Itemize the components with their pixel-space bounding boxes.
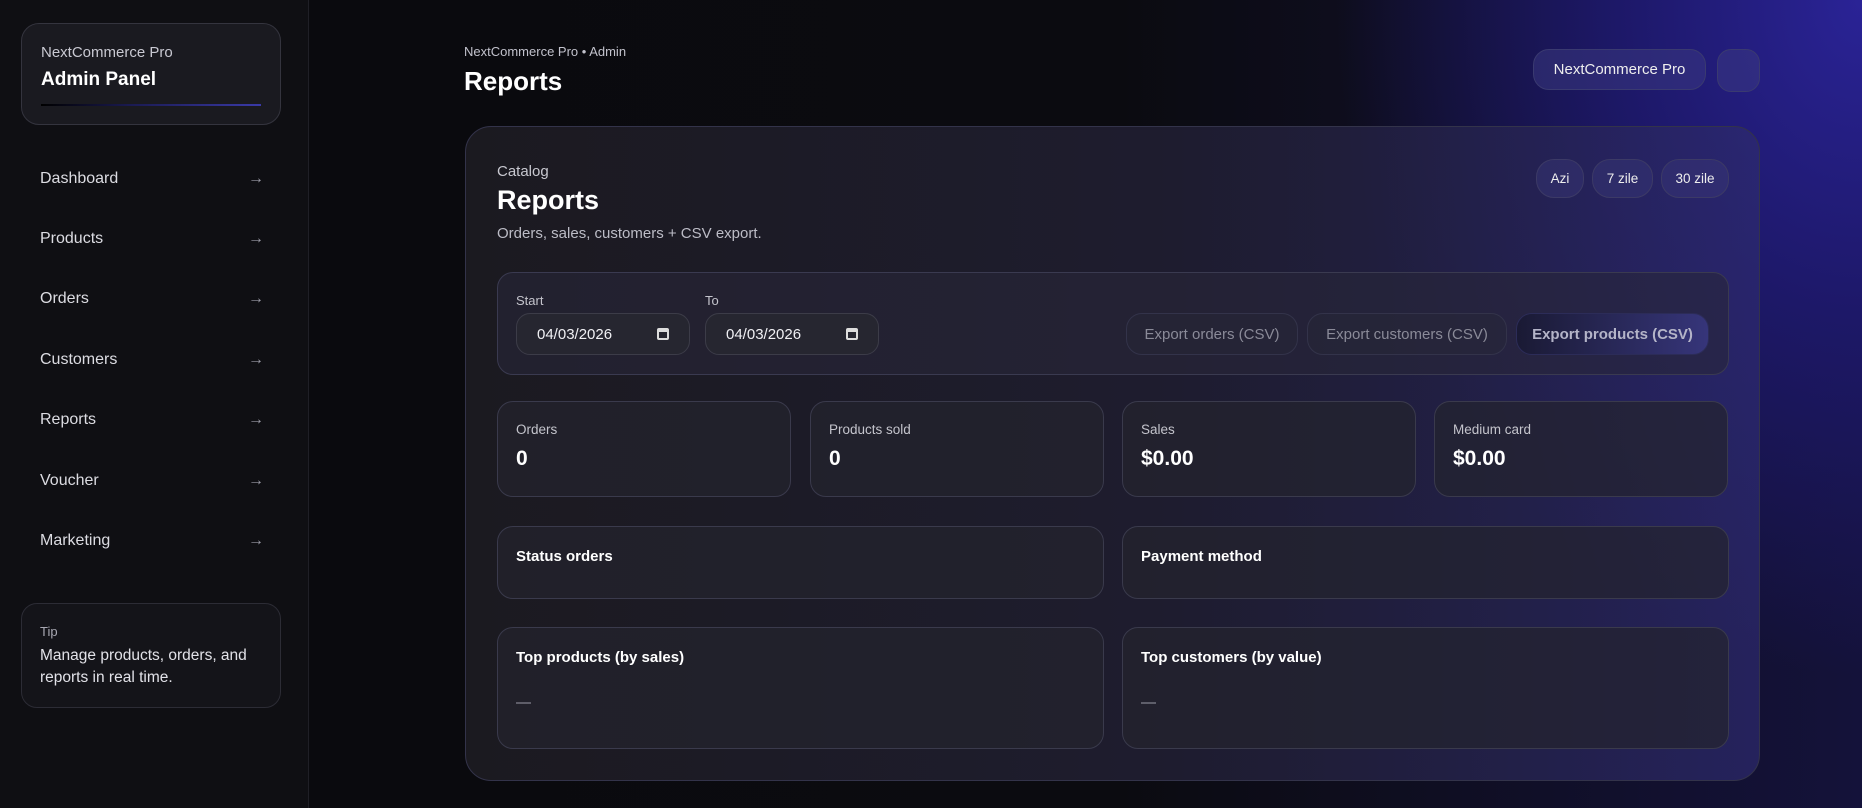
sidebar: NextCommerce Pro Admin Panel Dashboard → …: [0, 0, 309, 808]
period-today-button[interactable]: Azi: [1536, 159, 1584, 198]
brand-subtitle: NextCommerce Pro: [41, 44, 173, 61]
export-customers-button[interactable]: Export customers (CSV): [1307, 313, 1507, 355]
top-products-panel: Top products (by sales) —: [497, 627, 1104, 749]
sidebar-item-orders[interactable]: Orders →: [40, 290, 264, 308]
stat-value: 0: [829, 447, 841, 470]
stat-value: 0: [516, 447, 528, 470]
card-title: Reports: [497, 185, 600, 215]
to-date-input[interactable]: 04/03/2026: [705, 313, 879, 355]
sidebar-item-marketing[interactable]: Marketing →: [40, 532, 264, 550]
period-30-days-button[interactable]: 30 zile: [1661, 159, 1729, 198]
empty-placeholder: —: [1141, 694, 1156, 711]
top-customers-panel: Top customers (by value) —: [1122, 627, 1729, 749]
nav-label: Customers: [40, 351, 118, 368]
store-pill-button[interactable]: NextCommerce Pro: [1533, 49, 1706, 90]
breadcrumb: NextCommerce Pro • Admin: [464, 44, 627, 59]
nav-label: Dashboard: [40, 170, 119, 187]
calendar-icon[interactable]: [846, 328, 858, 340]
panel-title: Top products (by sales): [516, 649, 685, 666]
stat-orders: Orders 0: [497, 401, 791, 497]
nav-label: Voucher: [40, 472, 99, 489]
sidebar-item-products[interactable]: Products →: [40, 230, 264, 248]
period-7-days-button[interactable]: 7 zile: [1592, 159, 1653, 198]
nav-label: Orders: [40, 290, 89, 307]
payment-method-panel: Payment method: [1122, 526, 1729, 599]
to-label: To: [705, 293, 719, 308]
stat-value: $0.00: [1453, 447, 1506, 470]
brand-card: NextCommerce Pro Admin Panel: [21, 23, 281, 125]
arrow-right-icon: →: [248, 532, 264, 549]
panel-title: Status orders: [516, 548, 613, 565]
arrow-right-icon: →: [248, 230, 264, 247]
sidebar-item-reports[interactable]: Reports →: [40, 411, 264, 429]
calendar-icon[interactable]: [657, 328, 669, 340]
nav-label: Reports: [40, 411, 97, 428]
page-title: Reports: [464, 66, 563, 96]
start-date-value: 04/03/2026: [537, 325, 613, 343]
reports-card: Catalog Reports Orders, sales, customers…: [465, 126, 1760, 781]
arrow-right-icon: →: [248, 290, 264, 307]
sidebar-item-voucher[interactable]: Voucher →: [40, 472, 264, 490]
arrow-right-icon: →: [248, 351, 264, 368]
section-label: Catalog: [497, 163, 549, 180]
stat-sales: Sales $0.00: [1122, 401, 1416, 497]
stat-medium-card: Medium card $0.00: [1434, 401, 1728, 497]
export-products-button[interactable]: Export products (CSV): [1516, 313, 1709, 355]
stat-label: Products sold: [829, 422, 911, 437]
stat-products-sold: Products sold 0: [810, 401, 1104, 497]
brand-divider: [41, 104, 261, 106]
panel-title: Top customers (by value): [1141, 649, 1322, 666]
stat-label: Medium card: [1453, 422, 1532, 437]
stat-value: $0.00: [1141, 447, 1194, 470]
start-label: Start: [516, 293, 544, 308]
card-subtitle: Orders, sales, customers + CSV export.: [497, 225, 762, 242]
filter-bar: Start 04/03/2026 To 04/03/2026 Export or…: [497, 272, 1729, 375]
sidebar-item-dashboard[interactable]: Dashboard →: [40, 170, 264, 188]
tip-text: Manage products, orders, and reports in …: [40, 647, 247, 686]
to-date-value: 04/03/2026: [726, 325, 802, 343]
tip-card: Tip Manage products, orders, and reports…: [21, 603, 281, 708]
export-orders-button[interactable]: Export orders (CSV): [1126, 313, 1298, 355]
brand-title: Admin Panel: [41, 69, 157, 90]
stat-label: Orders: [516, 422, 558, 437]
arrow-right-icon: →: [248, 411, 264, 428]
nav-label: Products: [40, 230, 104, 247]
sidebar-item-customers[interactable]: Customers →: [40, 351, 264, 369]
user-avatar-button[interactable]: [1717, 49, 1760, 92]
status-orders-panel: Status orders: [497, 526, 1104, 599]
empty-placeholder: —: [516, 694, 531, 711]
arrow-right-icon: →: [248, 472, 264, 489]
panel-title: Payment method: [1141, 548, 1262, 565]
tip-label: Tip: [40, 624, 58, 639]
stat-label: Sales: [1141, 422, 1175, 437]
arrow-right-icon: →: [248, 170, 264, 187]
start-date-input[interactable]: 04/03/2026: [516, 313, 690, 355]
nav-label: Marketing: [40, 532, 111, 549]
